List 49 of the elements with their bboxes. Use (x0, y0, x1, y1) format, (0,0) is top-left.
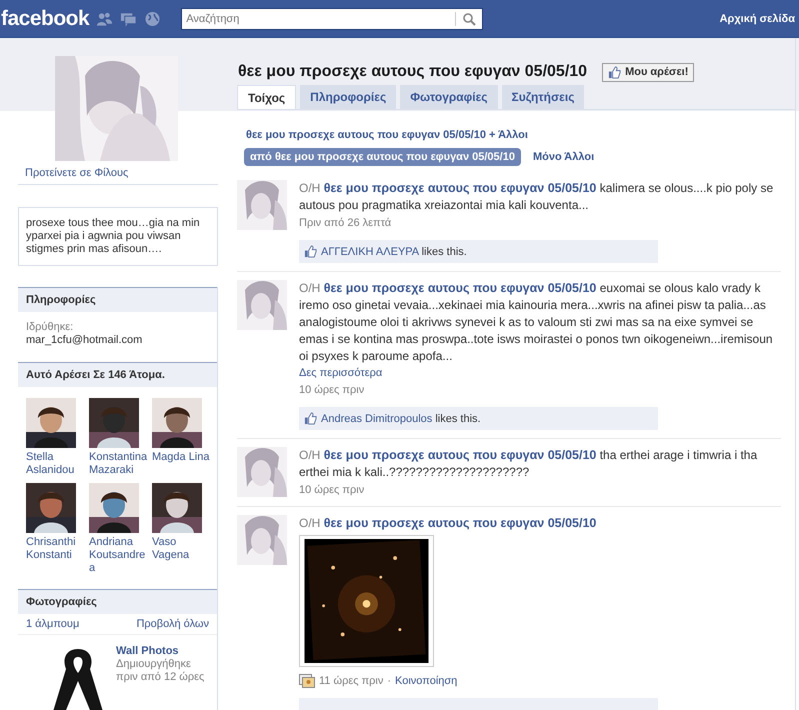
fan-name[interactable]: Andriana Koutsandrea (89, 536, 149, 575)
post-time: 10 ώρες πριν (299, 483, 366, 498)
home-link[interactable]: Αρχική σελίδα (720, 12, 799, 24)
thumbs-up-icon (304, 412, 317, 425)
fan-name[interactable]: Konstantina Mazaraki (89, 451, 149, 477)
section-header: Πληροφορίες (18, 287, 217, 312)
photo-icon (299, 674, 315, 688)
founded-value: mar_1cfu@hotmail.com (26, 334, 144, 347)
page-title: θεε μου προσεχε αυτους που εφυγαν 05/05/10 (238, 63, 588, 81)
post-text: O/H θεε μου προσεχε αυτους που εφυγαν 05/05/10 tha erthei arage i timwria i tha erthei mia k kali..????????????????????? (299, 447, 758, 481)
post-time: 10 ώρες πριν (299, 383, 366, 398)
post-text: O/H θεε μου προσεχε αυτους που εφυγαν 05/05/10 (299, 515, 598, 532)
fan-name[interactable]: Chrisanthi Konstanti (26, 536, 86, 562)
tab[interactable]: Τοίχος (237, 85, 296, 109)
thumbs-up-icon (304, 245, 317, 258)
messages-icon[interactable] (120, 10, 138, 26)
section-header: Φωτογραφίες (18, 589, 217, 614)
post-text: O/H θεε μου προσεχε αυτους που εφυγαν 05/05/10 euxomai se olous kalo vrady k iremo oso ginetai vevaia...xekinaei mia kainouria mera...xwris na afinei pisw ta palia...as analogistoume oloi ti akrivws synevei k as to valoum sti zwi mas sa na eixe symvei se emas i se kontina mas proswpa..tote isws moirastei o ponos twn oikogeneiwn...iremisoun oi psyxes k paroume apofa... (299, 280, 774, 365)
friends-icon[interactable] (96, 10, 114, 26)
page-description: prosexe tous thee mou…gia na min yparxei pia i agwnia pou viwsan stigmes prin mas afisoun…. (18, 207, 218, 266)
view-all-link[interactable]: Προβολή όλων (136, 618, 209, 630)
tab[interactable]: Φωτογραφίες (400, 85, 498, 109)
see-more-link[interactable]: Δες περισσότερα (299, 365, 781, 381)
tab[interactable]: Πληροφορίες (300, 85, 396, 109)
filter-link[interactable]: από θεε μου προσεχε αυτους που εφυγαν 05/05/10 (244, 148, 521, 166)
suggest-to-friends-link[interactable]: Προτείνετε σε Φίλους (25, 167, 128, 179)
post-time: Πριν από 26 λεπτά (299, 216, 392, 231)
albums-link[interactable]: 1 άλμπουμ (26, 618, 80, 630)
fan-name[interactable]: Stella Aslanidou (26, 451, 86, 477)
likes-text: ΑΓΓΕΛΙΚΗ ΑΛΕΥΡΑ likes this. (321, 246, 467, 258)
fan-name[interactable]: Vaso Vagena (152, 536, 212, 562)
share-link[interactable]: Κοινοποίηση (395, 675, 458, 687)
post-time: 11 ώρες πριν (319, 675, 384, 687)
thumbs-up-icon (608, 66, 622, 78)
separator-dot: · (387, 675, 392, 687)
album-info: Δημιουργήθηκε πριν από 12 ώρες (116, 658, 206, 684)
fan-name[interactable]: Magda Lina (152, 451, 212, 464)
tab[interactable]: Συζητήσεις (502, 85, 584, 109)
search-box[interactable]: Αναζήτηση (181, 8, 484, 30)
section-header: Αυτό Αρέσει Σε 146 Άτομα. (18, 362, 217, 387)
post-text: O/H θεε μου προσεχε αυτους που εφυγαν 05/05/10 kalimera se olous....k pio poly se autous pou pragmatika xreiazontai mia kali kouventa... (299, 180, 774, 214)
album-title[interactable]: Wall Photos (116, 645, 206, 657)
like-button[interactable]: Μου αρέσει! (602, 62, 694, 82)
globe-icon[interactable] (144, 10, 162, 26)
facebook-logo[interactable]: facebook (1, 6, 90, 30)
likes-text: Andreas Dimitropoulos likes this. (321, 412, 481, 424)
filter-link[interactable]: Μόνο Άλλοι (530, 148, 596, 166)
founded-label: Ιδρύθηκε: (26, 321, 74, 334)
filter-link[interactable]: θεε μου προσεχε αυτους που εφυγαν 05/05/10 + Άλλοι (244, 126, 789, 144)
